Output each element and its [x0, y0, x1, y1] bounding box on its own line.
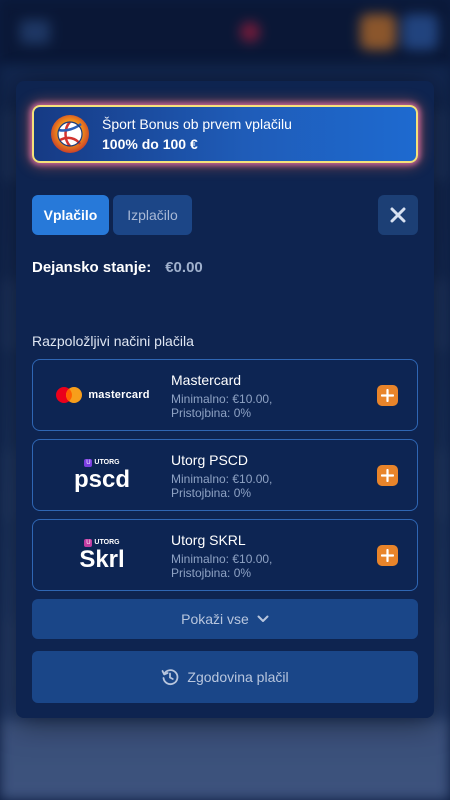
bonus-banner[interactable]: Šport Bonus ob prvem vplačilu 100% do 10… [32, 105, 418, 163]
balance: Dejansko stanje: €0.00 [32, 259, 203, 276]
payment-method-mastercard[interactable]: mastercard Mastercard Minimalno: €10.00,… [32, 359, 418, 431]
payment-methods-title: Razpoložljivi načini plačila [32, 333, 194, 349]
show-all-label: Pokaži vse [181, 611, 249, 627]
tab-deposit[interactable]: Vplačilo [32, 195, 109, 235]
method-min: Minimalno: €10.00, [171, 392, 273, 406]
payment-history-label: Zgodovina plačil [187, 669, 289, 685]
method-min: Minimalno: €10.00, [171, 552, 273, 566]
pscd-logo-text: pscd [73, 465, 130, 493]
bonus-amount: 100% do 100 € [102, 136, 198, 152]
add-method-button[interactable] [377, 465, 398, 486]
method-fee: Pristojbina: 0% [171, 566, 252, 580]
payment-modal: Šport Bonus ob prvem vplačilu 100% do 10… [16, 81, 434, 718]
history-icon [162, 669, 179, 686]
mastercard-logo: mastercard [47, 370, 157, 420]
close-icon [390, 207, 406, 223]
volleyball-icon [50, 114, 90, 154]
method-fee: Pristojbina: 0% [171, 406, 252, 420]
chevron-down-icon [257, 615, 269, 622]
method-name: Utorg PSCD [171, 452, 249, 468]
plus-icon [381, 549, 394, 562]
mastercard-logo-text: mastercard [88, 389, 150, 401]
method-name: Utorg SKRL [171, 532, 246, 548]
payment-method-utorg-skrl[interactable]: U UTORG Skrl Utorg SKRL Minimalno: €10.0… [32, 519, 418, 591]
show-all-button[interactable]: Pokaži vse [32, 599, 418, 639]
plus-icon [381, 469, 394, 482]
balance-label: Dejansko stanje: [32, 259, 152, 276]
bonus-title: Šport Bonus ob prvem vplačilu [102, 116, 292, 132]
utorg-badge: UTORG [94, 459, 120, 466]
tab-withdraw[interactable]: Izplačilo [113, 195, 192, 235]
utorg-skrl-logo: U UTORG Skrl [79, 538, 125, 573]
payment-method-utorg-pscd[interactable]: U UTORG pscd Utorg PSCD Minimalno: €10.0… [32, 439, 418, 511]
balance-value: €0.00 [165, 259, 203, 276]
skrl-logo-text: Skrl [79, 545, 125, 573]
payment-history-button[interactable]: Zgodovina plačil [32, 651, 418, 703]
close-button[interactable] [378, 195, 418, 235]
method-name: Mastercard [171, 372, 242, 388]
add-method-button[interactable] [377, 545, 398, 566]
plus-icon [381, 389, 394, 402]
utorg-pscd-logo: U UTORG pscd [73, 458, 130, 493]
method-min: Minimalno: €10.00, [171, 472, 273, 486]
add-method-button[interactable] [377, 385, 398, 406]
method-fee: Pristojbina: 0% [171, 486, 252, 500]
utorg-badge: UTORG [94, 539, 120, 546]
